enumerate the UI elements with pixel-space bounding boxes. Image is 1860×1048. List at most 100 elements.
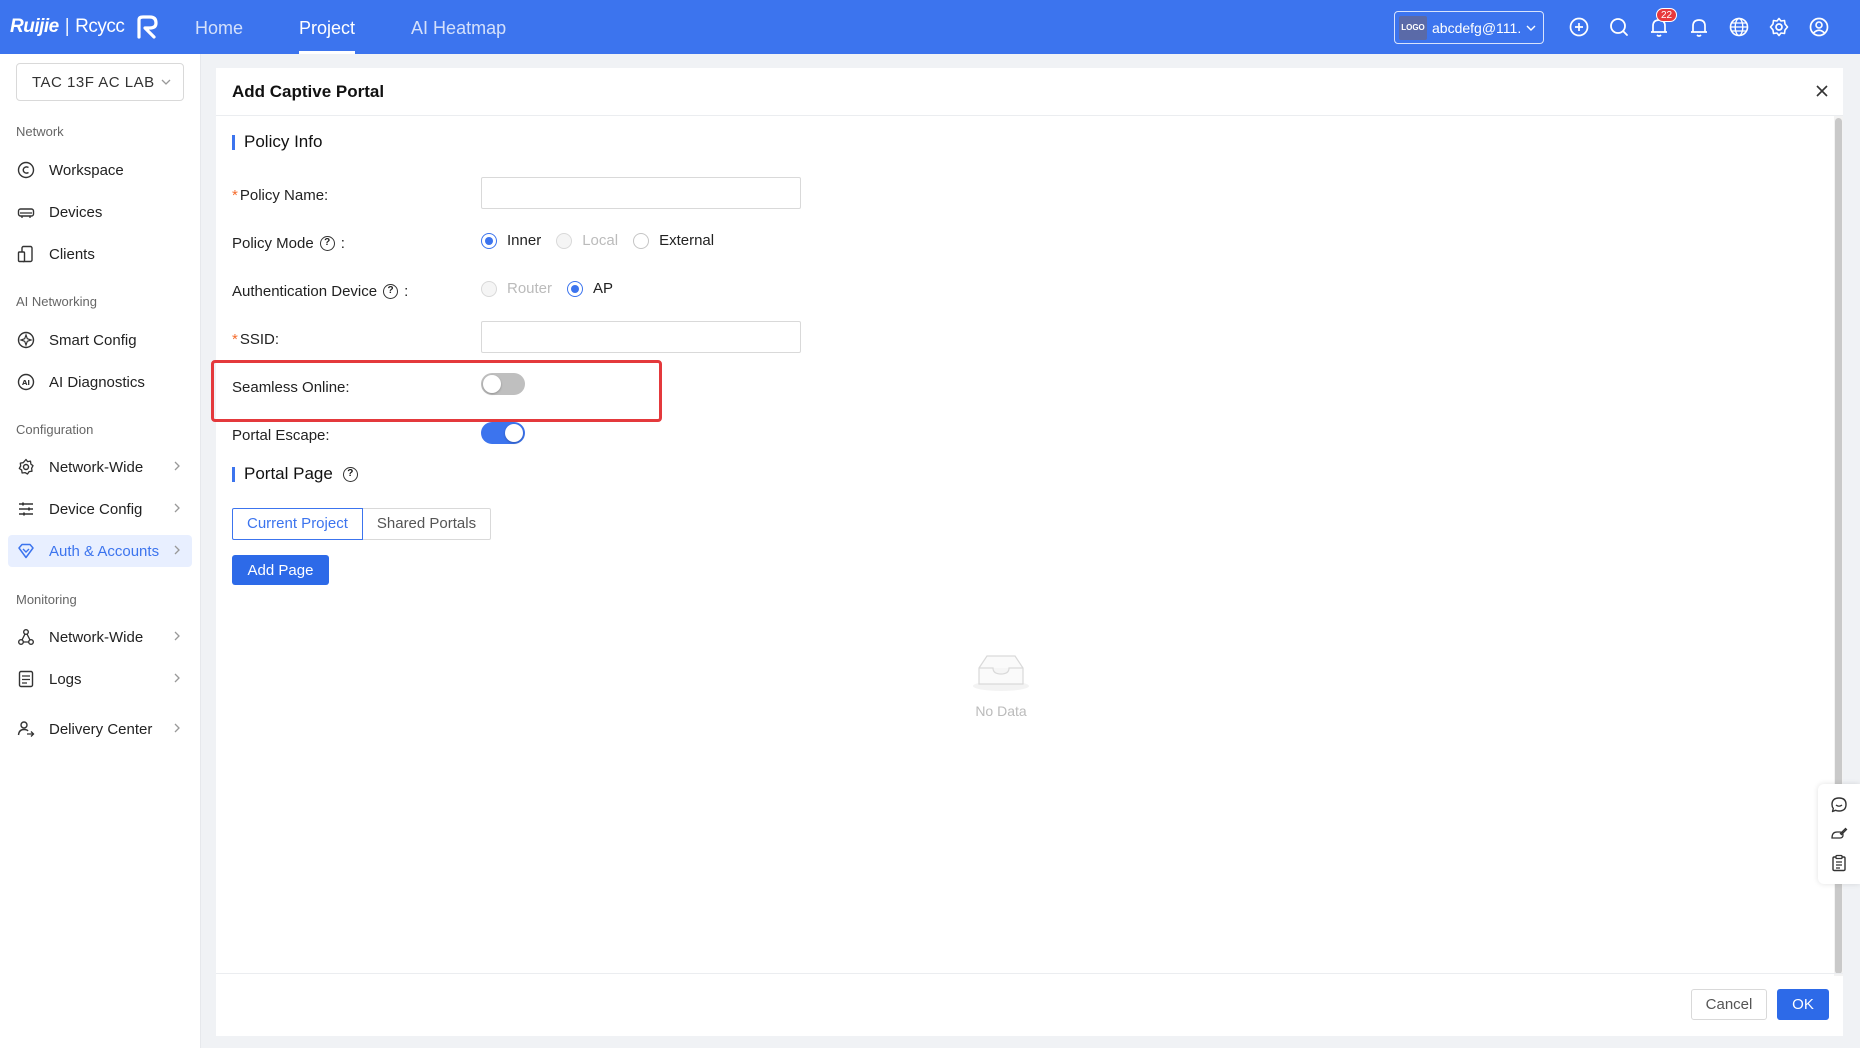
shield-heart-icon (16, 541, 36, 561)
chevron-right-icon (174, 631, 180, 641)
seamless-online-toggle[interactable] (481, 373, 525, 395)
add-page-button[interactable]: Add Page (232, 555, 329, 585)
sliders-icon (16, 499, 36, 519)
section-portal-page-text: Portal Page (244, 464, 333, 483)
help-icon[interactable]: ? (383, 284, 399, 299)
alert-bell-icon[interactable] (1686, 14, 1712, 40)
delivery-icon (16, 719, 36, 739)
sidebar-item-workspace[interactable]: Workspace (8, 154, 192, 186)
sidebar-item-smart-config[interactable]: Smart Config (8, 324, 192, 356)
close-icon[interactable] (1811, 80, 1833, 102)
chevron-right-icon (174, 503, 180, 513)
search-icon[interactable] (1606, 14, 1632, 40)
sidebar-item-device-config[interactable]: Device Config (8, 493, 192, 525)
user-avatar-icon[interactable] (1806, 14, 1832, 40)
section-policy-info: Policy Info (232, 132, 322, 152)
add-circle-icon[interactable] (1566, 14, 1592, 40)
empty-state-text: No Data (975, 703, 1027, 719)
add-captive-portal-dialog: Add Captive Portal Policy Info * Policy N… (211, 68, 1843, 1036)
sidebar-item-label: Workspace (49, 161, 124, 179)
dialog-header: Add Captive Portal (216, 68, 1843, 116)
nav-ai-heatmap[interactable]: AI Heatmap (394, 0, 523, 54)
nav-home[interactable]: Home (178, 0, 260, 54)
devices-icon (16, 202, 36, 222)
sidebar-item-label: Auth & Accounts (49, 542, 160, 560)
radio-external[interactable]: External (633, 232, 714, 249)
account-selector[interactable]: LOGO abcdefg@111.... (1394, 11, 1544, 44)
radio-unchecked-icon (481, 280, 497, 297)
seamless-online-label: Seamless Online: (232, 379, 350, 396)
help-icon[interactable]: ? (342, 466, 358, 482)
topology-icon (16, 627, 36, 647)
nav-project[interactable]: Project (282, 0, 372, 54)
help-icon[interactable]: ? (319, 236, 335, 251)
tab-current-project[interactable]: Current Project (232, 508, 363, 540)
ai-diagnostics-icon: AI (16, 372, 36, 392)
radio-inner[interactable]: Inner (481, 232, 541, 249)
sidebar-item-label: Device Config (49, 500, 143, 518)
chevron-right-icon (174, 723, 180, 733)
brand-name-ruijie: Ruijie (10, 16, 59, 37)
notification-bell-icon[interactable]: 22 (1646, 8, 1678, 40)
policy-name-input[interactable] (481, 177, 801, 209)
toggle-knob (483, 375, 501, 393)
svg-text:AI: AI (22, 379, 30, 387)
sidebar-item-label: Clients (49, 245, 95, 263)
empty-state: No Data (961, 648, 1041, 719)
section-portal-page: Portal Page ? (232, 464, 358, 484)
chevron-down-icon (161, 79, 171, 85)
sidebar-item-clients[interactable]: Clients (8, 238, 192, 270)
ok-button[interactable]: OK (1777, 989, 1829, 1020)
chevron-down-icon (1526, 25, 1536, 31)
logs-icon (16, 669, 36, 689)
ssid-label: * SSID: (232, 331, 280, 348)
radio-ap[interactable]: AP (567, 280, 613, 297)
sidebar-item-devices[interactable]: Devices (8, 196, 192, 228)
section-title-network: Network (16, 124, 64, 139)
cancel-button[interactable]: Cancel (1691, 989, 1767, 1020)
radio-unchecked-icon (556, 232, 573, 249)
brand-separator: | (64, 16, 70, 37)
ssid-input[interactable] (481, 321, 801, 353)
account-logo: LOGO (1399, 15, 1427, 40)
sidebar-item-config-network-wide[interactable]: Network-Wide (8, 451, 192, 483)
chevron-right-icon (174, 673, 180, 683)
policy-name-label-text: Policy Name (239, 187, 325, 204)
radio-label: Router (507, 280, 553, 297)
sidebar-item-label: Smart Config (49, 331, 137, 349)
account-name: abcdefg@111.... (1432, 19, 1520, 36)
ssid-label-text: SSID (239, 331, 275, 348)
radio-checked-icon (567, 280, 584, 297)
tab-shared-portals[interactable]: Shared Portals (362, 508, 492, 540)
sidebar-item-monitor-network-wide[interactable]: Network-Wide (8, 621, 192, 653)
top-icons: 22 (1566, 8, 1832, 40)
policy-mode-label-text: Policy Mode (232, 235, 314, 252)
auth-device-label-text: Authentication Device (232, 283, 378, 300)
chevron-right-icon (174, 461, 180, 471)
brand-logo[interactable]: Ruijie | Rcycc (10, 12, 160, 42)
globe-icon[interactable] (1726, 14, 1752, 40)
dialog-footer: Cancel OK (216, 973, 1843, 1036)
sidebar-item-delivery-center[interactable]: Delivery Center (8, 713, 192, 745)
sidebar-item-label: Logs (49, 670, 82, 688)
chat-icon[interactable] (1829, 795, 1849, 815)
radio-router: Router (481, 280, 552, 297)
radio-label: Inner (507, 232, 542, 249)
brand-mark-icon (137, 15, 159, 39)
sidebar-item-auth-accounts[interactable]: Auth & Accounts (8, 535, 192, 567)
clipboard-icon[interactable] (1829, 853, 1849, 873)
radio-unchecked-icon (633, 232, 650, 249)
feedback-icon[interactable] (1829, 824, 1849, 844)
project-selector[interactable]: TAC 13F AC LAB (16, 63, 184, 101)
section-title-monitoring: Monitoring (16, 592, 77, 607)
sidebar-item-ai-diagnostics[interactable]: AI AI Diagnostics (8, 366, 192, 398)
sidebar-item-logs[interactable]: Logs (8, 663, 192, 695)
radio-label: Local (582, 232, 619, 249)
clients-icon (16, 244, 36, 264)
notification-count-badge: 22 (1656, 8, 1678, 22)
settings-gear-icon[interactable] (1766, 14, 1792, 40)
portal-escape-toggle[interactable] (481, 422, 525, 444)
policy-mode-label: Policy Mode ?: (232, 235, 345, 252)
required-marker: * (232, 187, 238, 204)
policy-name-label: * Policy Name: (232, 187, 329, 204)
